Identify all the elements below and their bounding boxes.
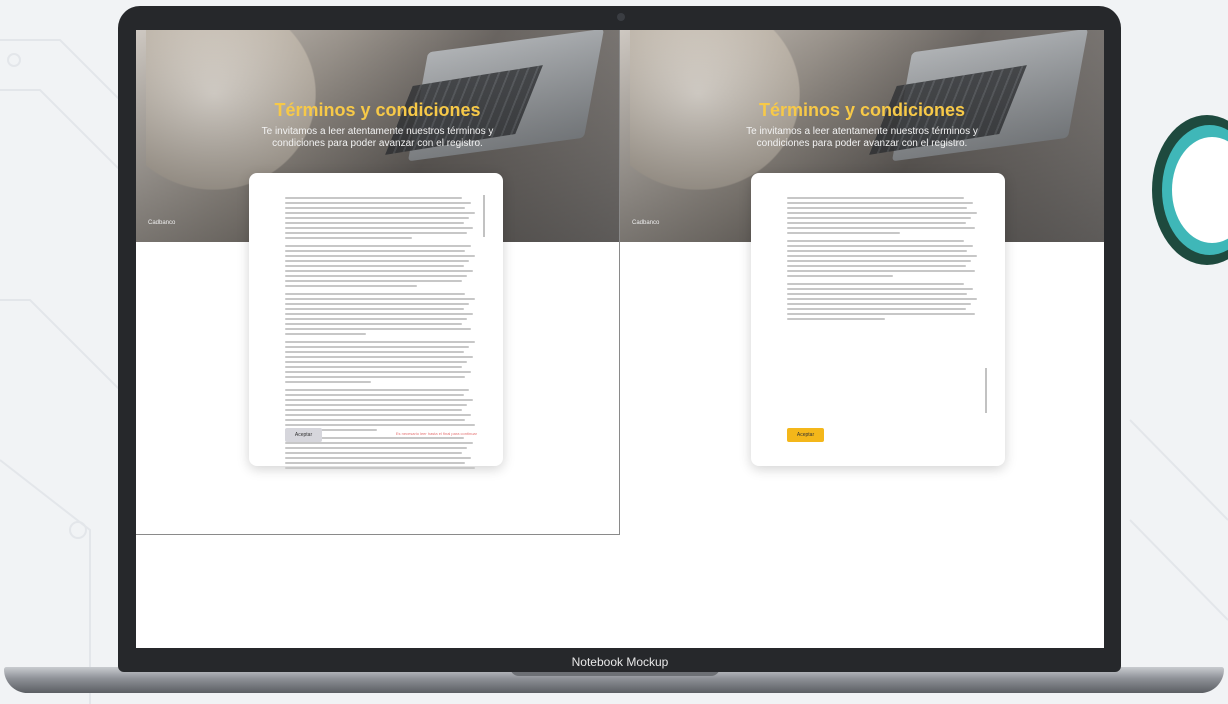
text-line [285, 255, 476, 257]
page-subtitle: Te invitamos a leer atentamente nuestros… [746, 126, 978, 149]
text-line [787, 197, 964, 199]
text-line [285, 212, 476, 214]
text-line [285, 447, 468, 449]
text-line [285, 260, 470, 262]
text-line [285, 389, 470, 391]
text-line [285, 361, 468, 363]
terms-page-before-scroll: Términos y condiciones Te invitamos a le… [136, 30, 620, 535]
page-title: Términos y condiciones [758, 100, 966, 120]
text-line [285, 424, 476, 426]
text-line [787, 270, 976, 272]
text-line [787, 202, 974, 204]
text-line [285, 333, 366, 335]
text-line [787, 260, 972, 262]
text-line [787, 288, 974, 290]
text-line [285, 414, 472, 416]
text-line [285, 250, 466, 252]
text-line [787, 207, 968, 209]
text-line [285, 399, 474, 401]
terms-scrollbar[interactable] [985, 368, 987, 413]
text-line [787, 245, 974, 247]
text-line [285, 280, 462, 282]
text-line [285, 217, 470, 219]
text-line [787, 303, 972, 305]
text-line [285, 341, 476, 343]
text-line [787, 232, 901, 234]
breadcrumb[interactable]: Cadbanco [632, 220, 659, 226]
text-line [787, 240, 964, 242]
text-line [285, 313, 474, 315]
text-line [285, 346, 470, 348]
text-line [787, 313, 976, 315]
text-line [285, 442, 474, 444]
text-line [285, 376, 466, 378]
text-line [285, 293, 466, 295]
text-line [285, 462, 466, 464]
text-line [787, 283, 964, 285]
terms-text [787, 197, 979, 326]
read-required-warning: Es necesario leer hasta el final para co… [395, 431, 477, 436]
text-line [285, 232, 468, 234]
page-subtitle: Te invitamos a leer atentamente nuestros… [261, 126, 494, 149]
text-line [285, 371, 472, 373]
text-line [285, 323, 462, 325]
accept-button[interactable]: Aceptar [285, 428, 322, 442]
text-line [285, 308, 464, 310]
text-line [285, 275, 468, 277]
text-line [285, 328, 472, 330]
text-line [285, 202, 472, 204]
text-line [285, 303, 470, 305]
text-line [285, 366, 462, 368]
camera-icon [617, 13, 625, 21]
laptop-screen: Términos y condiciones Te invitamos a le… [136, 30, 1104, 648]
text-line [285, 245, 472, 247]
text-line [787, 255, 978, 257]
breadcrumb[interactable]: Cadbanco [148, 220, 175, 226]
terms-scrollbar[interactable] [483, 195, 485, 237]
text-line [787, 217, 972, 219]
text-line [285, 227, 474, 229]
text-line [285, 265, 464, 267]
text-line [285, 452, 462, 454]
text-line [285, 381, 372, 383]
text-line [787, 212, 978, 214]
text-line [285, 356, 474, 358]
text-line [285, 457, 472, 459]
terms-page-after-scroll: Términos y condiciones Te invitamos a le… [620, 30, 1104, 648]
text-line [285, 419, 466, 421]
text-line [787, 308, 966, 310]
text-line [285, 394, 464, 396]
text-line [787, 298, 978, 300]
text-line [285, 409, 462, 411]
text-line [787, 265, 966, 267]
mockup-label: Notebook Mockup [571, 655, 669, 669]
text-line [787, 318, 885, 320]
page-title: Términos y condiciones [274, 100, 481, 120]
text-line [285, 318, 468, 320]
text-line [285, 270, 474, 272]
text-line [285, 351, 464, 353]
text-line [787, 250, 968, 252]
text-line [285, 207, 466, 209]
terms-card: Aceptar Es necesario leer hasta el final… [249, 173, 503, 469]
terms-card: Aceptar [751, 173, 1005, 466]
text-line [787, 293, 968, 295]
text-line [285, 285, 418, 287]
text-line [285, 222, 464, 224]
text-line [285, 467, 476, 469]
text-line [285, 197, 462, 199]
accept-button[interactable]: Aceptar [787, 428, 824, 442]
text-line [285, 404, 468, 406]
text-line [787, 275, 893, 277]
text-line [285, 298, 476, 300]
text-line [787, 227, 976, 229]
text-line [787, 222, 966, 224]
text-line [285, 237, 412, 239]
